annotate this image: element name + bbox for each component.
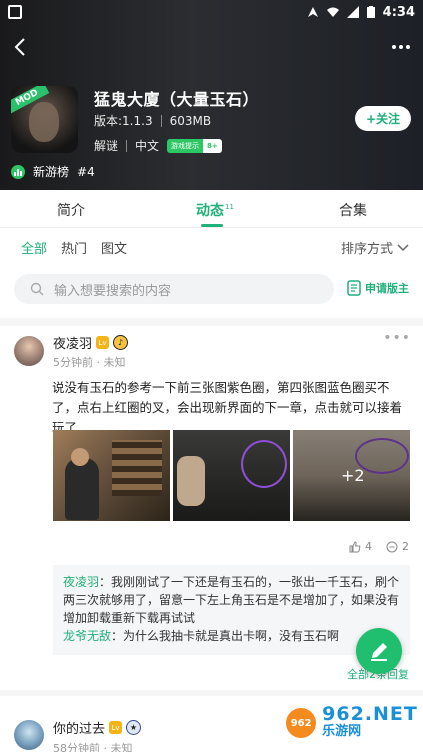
post-image-2[interactable] [173,430,290,521]
comment-item: 夜凌羽：我刚刚试了一下还是有玉石的，一张出一千玉石，刷个两三次就够用了，留意一下… [63,575,400,625]
comment-item: 龙爷无敌：为什么我抽卡就是真出卡啊，没有玉石啊 [63,629,340,643]
section-divider [0,318,423,326]
write-post-button[interactable] [356,628,402,674]
follow-button[interactable]: +关注 [355,106,411,131]
post-more-icon[interactable]: ••• [383,330,411,346]
post-time: 58分钟前 · 未知 [53,742,133,752]
post-content[interactable]: 说没有玉石的参考一下前三张图紫色圈，第四张图蓝色圈买不了，点右上红圈的叉，会出现… [52,378,412,438]
comment-icon [386,541,398,552]
search-input[interactable]: 输入想要搜索的内容 [14,274,334,304]
post-image-3[interactable]: +2 [293,430,410,521]
rank-label: 新游榜 [33,165,70,179]
level-badge: Lv [96,336,110,349]
avatar[interactable] [14,336,44,366]
back-icon[interactable] [10,36,32,58]
post-stats: 4 2 [349,540,409,553]
like-button[interactable]: 4 [349,540,372,553]
watermark-logo-icon: 962 [286,708,317,738]
document-icon [347,280,361,296]
game-meta-version-row: 版本:1.1.3 603MB [94,112,211,129]
tab-collection[interactable]: 合集 [339,200,367,220]
active-tab-indicator [201,224,223,227]
post-image-1[interactable] [53,430,170,521]
post-author[interactable]: 夜凌羽 Lv ♪ [53,333,129,352]
shield-medal-icon: ★ [126,720,142,735]
rank-value: #4 [77,164,95,179]
level-badge: Lv [109,721,123,734]
post-images: +2 [53,430,410,521]
status-bar: 4:34 [0,0,423,24]
section-tabs: 简介 动态11 合集 [0,190,423,228]
filter-image-text[interactable]: 图文 [101,238,127,257]
post-time: 5分钟前 · 未知 [53,356,126,369]
search-placeholder: 输入想要搜索的内容 [54,283,172,299]
more-images-count: +2 [293,430,410,521]
game-genre: 解谜 [94,139,119,153]
chevron-down-icon [397,243,409,251]
notification-icon [8,5,22,19]
age-hint-badge: 游戏提示 8+ [167,138,222,153]
game-meta-tags-row: 解谜 中文 游戏提示 8+ [94,137,222,154]
watermark-main-text: 962.NET [322,703,418,725]
game-detail-page: 4:34 MOD 猛鬼大廈（大量玉石） 版本:1.1.3 603MB 解谜 中文… [0,0,423,752]
more-icon[interactable] [389,38,413,56]
comment-button[interactable]: 2 [386,540,409,553]
thumbs-up-icon [349,540,361,552]
sort-dropdown[interactable]: 排序方式 [341,238,409,257]
game-version: 版本:1.1.3 [94,114,153,128]
game-title: 猛鬼大廈（大量玉石） [94,90,260,109]
battery-icon [366,6,375,18]
wifi-icon [326,7,339,17]
pencil-icon [371,643,387,661]
comment-preview[interactable]: 夜凌羽：我刚刚试了一下还是有玉石的，一张出一千玉石，刷个两三次就够用了，留意一下… [53,565,410,655]
clock: 4:34 [382,4,415,20]
avatar[interactable] [14,720,44,750]
filter-hot[interactable]: 热门 [61,238,87,257]
rank-row[interactable]: 新游榜 #4 [11,163,95,180]
game-language: 中文 [135,139,160,153]
game-size: 603MB [169,113,212,128]
music-medal-icon: ♪ [113,335,129,350]
chart-icon [11,164,25,179]
signal-icon [346,6,359,18]
apply-moderator-button[interactable]: 申请版主 [347,280,409,296]
game-header: 4:34 MOD 猛鬼大廈（大量玉石） 版本:1.1.3 603MB 解谜 中文… [0,0,423,190]
post-author[interactable]: 你的过去 Lv ★ [53,718,142,737]
location-icon [307,7,318,17]
search-icon [30,282,44,296]
watermark-sub-text: 乐游网 [322,724,362,739]
tab-intro[interactable]: 简介 [57,200,85,220]
game-app-icon: MOD [11,86,78,153]
filter-row: 全部 热门 图文 排序方式 [0,228,423,266]
tab-feed[interactable]: 动态11 [196,200,234,220]
site-watermark: 962 962.NET 乐游网 [285,698,419,748]
filter-all[interactable]: 全部 [21,238,47,257]
section-divider [0,690,423,696]
